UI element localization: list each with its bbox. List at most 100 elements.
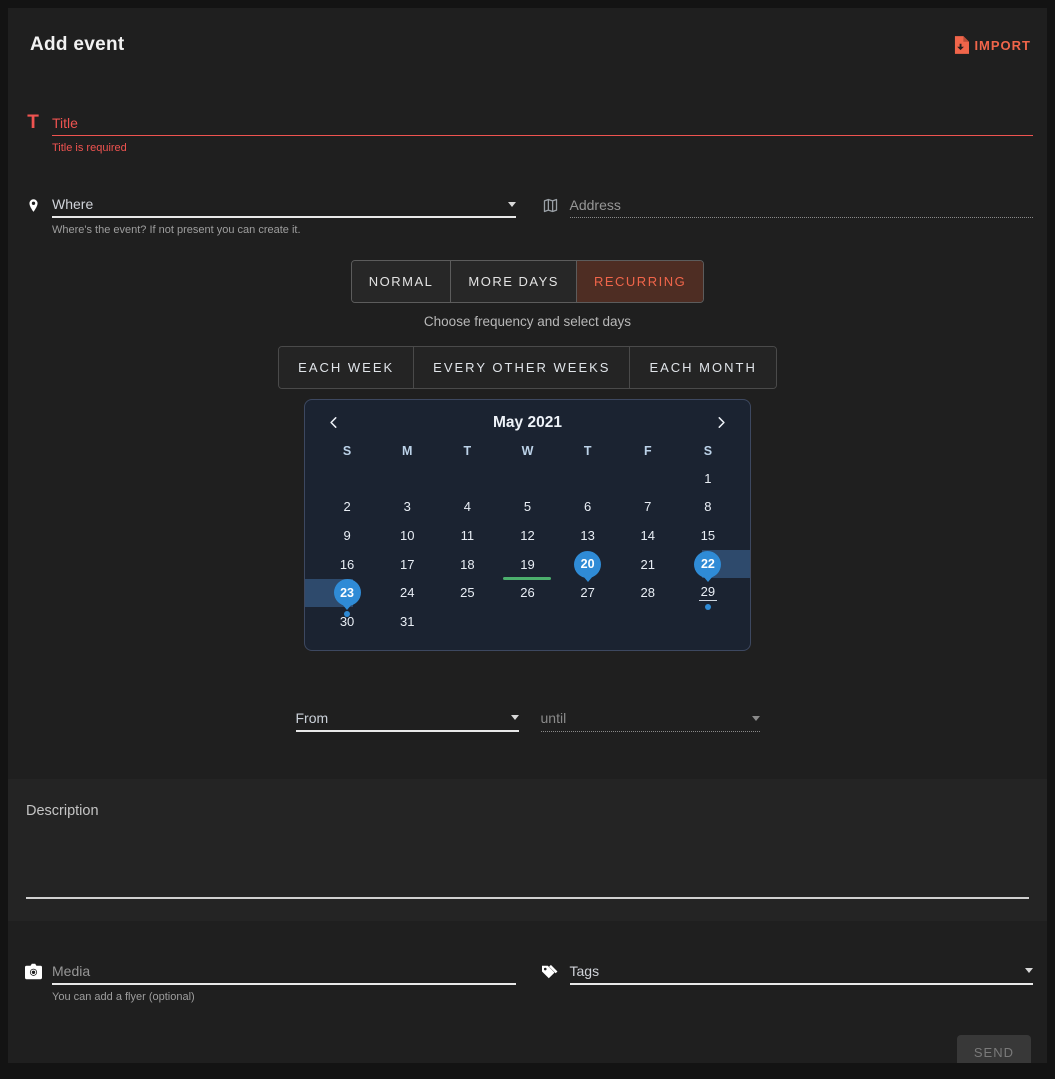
send-button[interactable]: SEND	[957, 1035, 1031, 1063]
day-number: 10	[400, 528, 414, 543]
media-field: Media You can add a flyer (optional)	[22, 959, 516, 1003]
calendar-day-empty	[678, 607, 738, 636]
day-number: 2	[343, 499, 350, 514]
selected-day-marker: 20	[574, 551, 601, 578]
day-number: 29	[699, 584, 717, 601]
day-number: 14	[641, 528, 655, 543]
frequency-options: EACH WEEK EVERY OTHER WEEKS EACH MONTH	[8, 346, 1047, 389]
tab-normal[interactable]: NORMAL	[352, 261, 451, 302]
calendar-day[interactable]: 21	[618, 550, 678, 579]
calendar-day[interactable]: 3	[377, 493, 437, 522]
calendar-day[interactable]: 31	[377, 607, 437, 636]
where-label: Where	[52, 196, 93, 212]
address-placeholder: Address	[570, 197, 621, 213]
file-import-icon	[953, 36, 969, 54]
calendar-day[interactable]: 29	[678, 578, 738, 607]
tags-icon	[540, 963, 562, 980]
tags-label: Tags	[570, 963, 600, 979]
weekday-header: T	[437, 438, 497, 464]
each-week-button[interactable]: EACH WEEK	[279, 347, 413, 388]
address-input[interactable]: Address	[570, 192, 1034, 218]
media-tags-row: Media You can add a flyer (optional) Tag…	[8, 959, 1047, 1003]
calendar-day[interactable]: 20	[558, 550, 618, 579]
calendar-day[interactable]: 12	[497, 521, 557, 550]
title-placeholder: Title	[52, 115, 78, 131]
calendar-day[interactable]: 28	[618, 578, 678, 607]
calendar-day[interactable]: 7	[618, 493, 678, 522]
where-select[interactable]: Where	[52, 192, 516, 218]
weekday-header: M	[377, 438, 437, 464]
calendar-day[interactable]: 19	[497, 550, 557, 579]
each-month-button[interactable]: EACH MONTH	[629, 347, 775, 388]
every-other-weeks-button[interactable]: EVERY OTHER WEEKS	[413, 347, 629, 388]
calendar-day-empty	[497, 607, 557, 636]
calendar-day[interactable]: 16	[317, 550, 377, 579]
calendar-day[interactable]: 26	[497, 578, 557, 607]
calendar-header: May 2021	[317, 411, 738, 438]
day-number: 28	[641, 585, 655, 600]
calendar-day[interactable]: 8	[678, 493, 738, 522]
calendar-day[interactable]: 1	[678, 464, 738, 493]
location-pin-icon	[22, 196, 44, 215]
calendar-day-empty	[377, 464, 437, 493]
calendar-weekdays: SMTWTFS	[317, 438, 738, 464]
add-event-dialog: Add event IMPORT T Title Title is requir…	[8, 8, 1047, 1063]
calendar-day[interactable]: 22	[678, 550, 738, 579]
calendar-day-empty	[317, 464, 377, 493]
day-number: 13	[580, 528, 594, 543]
chevron-down-icon	[752, 716, 760, 721]
day-number: 3	[404, 499, 411, 514]
map-icon	[540, 197, 562, 214]
time-range-row: From until	[8, 706, 1047, 732]
calendar-day[interactable]: 17	[377, 550, 437, 579]
calendar-day[interactable]: 9	[317, 521, 377, 550]
where-field: Where Where's the event? If not present …	[22, 192, 516, 236]
calendar-day-empty	[437, 464, 497, 493]
calendar-day[interactable]: 27	[558, 578, 618, 607]
chevron-left-icon[interactable]	[325, 413, 343, 432]
calendar-day[interactable]: 4	[437, 493, 497, 522]
calendar-day-empty	[437, 607, 497, 636]
calendar-day[interactable]: 13	[558, 521, 618, 550]
until-select[interactable]: until	[541, 706, 760, 732]
description-section: Description	[8, 779, 1047, 921]
weekday-header: F	[618, 438, 678, 464]
tab-recurring[interactable]: RECURRING	[576, 261, 703, 302]
from-select[interactable]: From	[296, 706, 519, 732]
weekday-header: T	[558, 438, 618, 464]
weekday-header: W	[497, 438, 557, 464]
calendar-day[interactable]: 2	[317, 493, 377, 522]
calendar-day[interactable]: 5	[497, 493, 557, 522]
chevron-right-icon[interactable]	[712, 413, 730, 432]
calendar-day[interactable]: 24	[377, 578, 437, 607]
calendar-day[interactable]: 11	[437, 521, 497, 550]
calendar-day[interactable]: 25	[437, 578, 497, 607]
tab-more-days[interactable]: MORE DAYS	[450, 261, 576, 302]
day-number: 5	[524, 499, 531, 514]
tags-field: Tags	[540, 959, 1034, 1003]
calendar-month-title: May 2021	[493, 414, 562, 432]
calendar-day[interactable]: 30	[317, 607, 377, 636]
calendar-day[interactable]: 15	[678, 521, 738, 550]
import-button[interactable]: IMPORT	[953, 36, 1031, 54]
description-input[interactable]	[26, 897, 1029, 899]
day-number: 15	[701, 528, 715, 543]
chevron-down-icon	[1025, 968, 1033, 973]
tab-group: NORMAL MORE DAYS RECURRING	[351, 260, 704, 303]
calendar-day-empty	[558, 464, 618, 493]
camera-icon	[22, 963, 44, 980]
calendar-day[interactable]: 14	[618, 521, 678, 550]
calendar-day[interactable]: 10	[377, 521, 437, 550]
weekday-header: S	[317, 438, 377, 464]
calendar-day-empty	[497, 464, 557, 493]
day-number: 7	[644, 499, 651, 514]
calendar-day[interactable]: 18	[437, 550, 497, 579]
media-input[interactable]: Media	[52, 959, 516, 985]
calendar-day[interactable]: 6	[558, 493, 618, 522]
text-icon: T	[22, 112, 44, 134]
calendar-day-empty	[558, 607, 618, 636]
weekday-header: S	[678, 438, 738, 464]
calendar-day[interactable]: 23	[317, 578, 377, 607]
title-input[interactable]: Title	[52, 110, 1033, 136]
tags-select[interactable]: Tags	[570, 959, 1034, 985]
